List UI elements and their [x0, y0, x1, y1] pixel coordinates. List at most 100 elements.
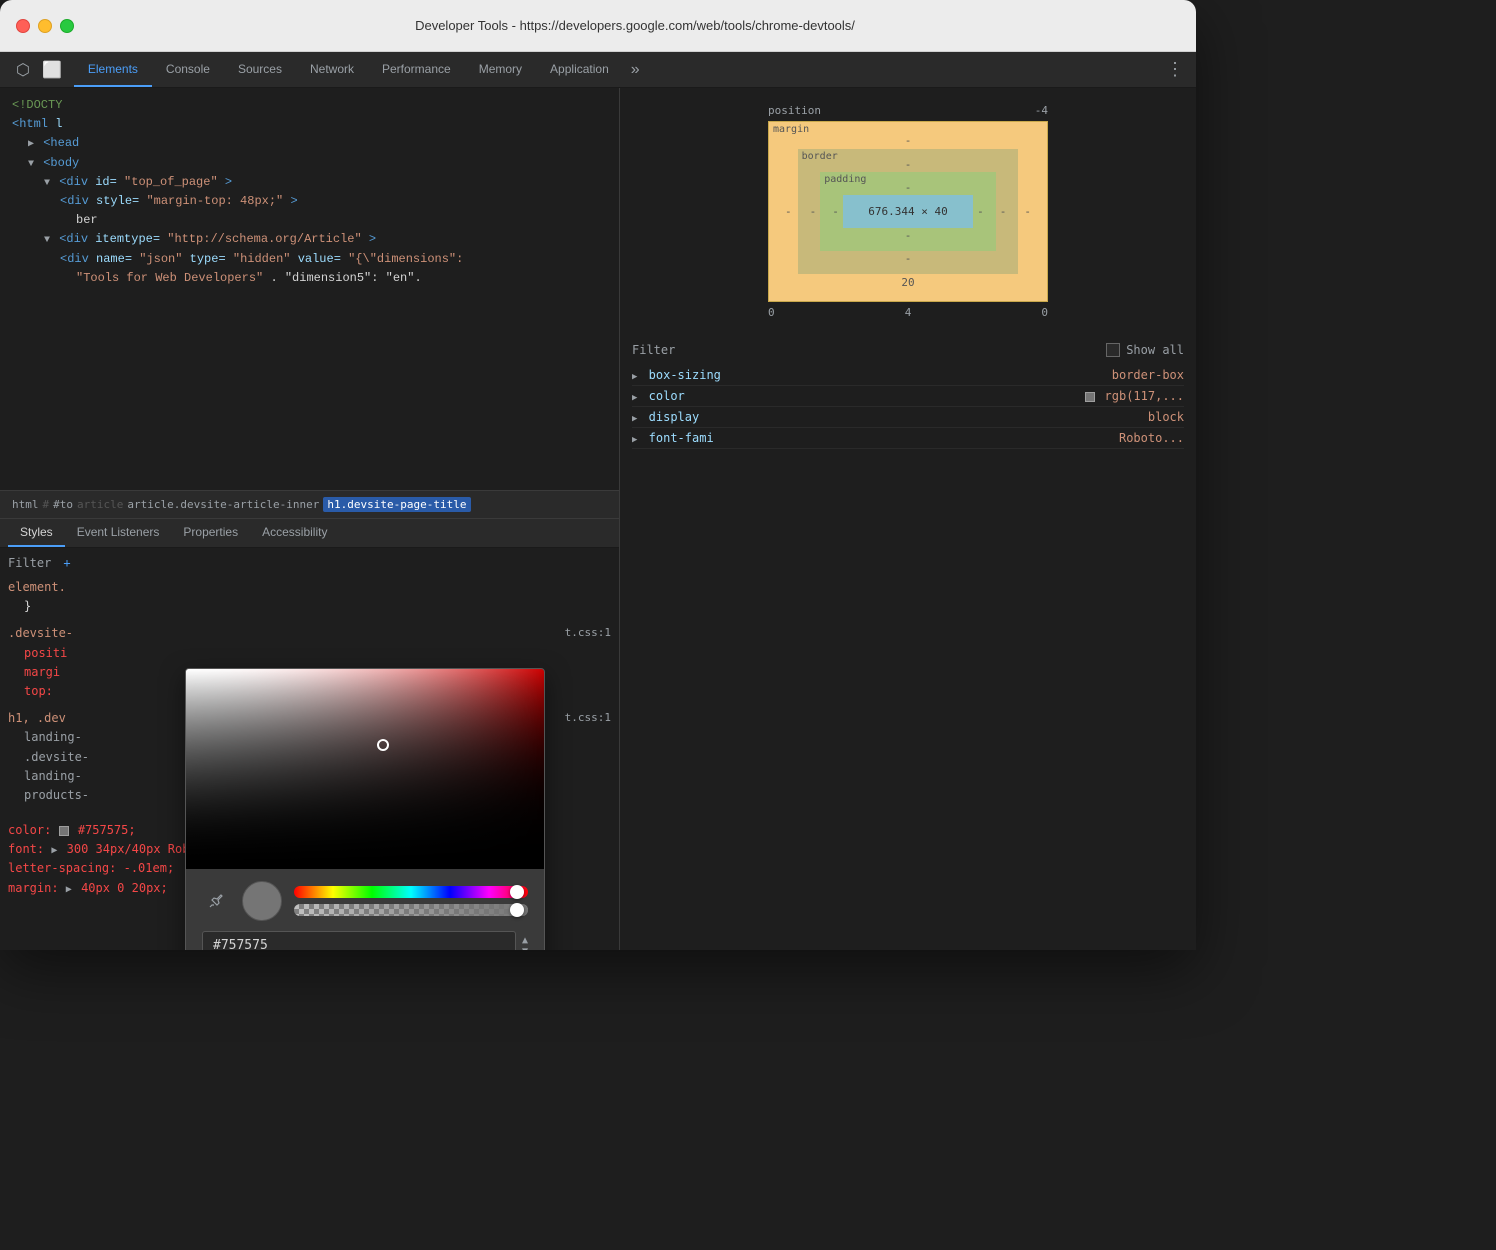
breadcrumb-h1[interactable]: h1.devsite-page-title [323, 497, 470, 512]
content-dimensions: 676.344 × 40 [868, 205, 947, 218]
border-box: border - - padding - - [798, 149, 1019, 274]
hex-arrows[interactable]: ▲ ▼ [522, 935, 528, 951]
tab-console[interactable]: Console [152, 52, 224, 87]
cursor-icon[interactable]: ⬡ [12, 56, 34, 84]
add-style-button[interactable]: + [63, 556, 70, 570]
more-tabs-button[interactable]: » [623, 52, 648, 87]
computed-filter-row: Filter Show all [632, 343, 1184, 357]
html-line: <div style= "margin-top: 48px;" > [12, 192, 607, 211]
margin-right: - [1018, 149, 1037, 274]
color-swatch-757575[interactable] [59, 826, 69, 836]
show-all-label: Show all [1126, 343, 1184, 357]
alpha-slider[interactable] [294, 904, 528, 916]
subtab-styles[interactable]: Styles [8, 519, 65, 547]
styles-panel: Filter + element. } .devsite- t.css:1 [0, 548, 619, 950]
box-model: position -4 margin - - border - [768, 104, 1048, 319]
computed-color-swatch[interactable] [1085, 392, 1095, 402]
position-label: position [768, 104, 821, 117]
margin-label: margin [773, 124, 809, 135]
html-line: <!DOCTY [12, 96, 607, 115]
margin-left: - [779, 149, 798, 274]
html-line: ▼ <div id= "top_of_page" > [12, 173, 607, 192]
color-preview [242, 881, 282, 921]
hue-thumb[interactable] [510, 885, 524, 899]
gradient-cursor[interactable] [377, 739, 389, 751]
border-label: border [802, 151, 838, 162]
computed-prop-display: ▶ display block [632, 407, 1184, 428]
content-box: 676.344 × 40 [843, 195, 973, 228]
breadcrumb-id[interactable]: #to [53, 498, 73, 511]
breadcrumb-html[interactable]: html [12, 498, 39, 511]
alpha-thumb[interactable] [510, 903, 524, 917]
devtools-menu-button[interactable]: ⋮ [1158, 52, 1192, 87]
padding-label: padding [824, 174, 866, 185]
hex-input[interactable]: #757575 [202, 931, 516, 950]
device-icon[interactable]: ⬜ [38, 56, 66, 84]
hex-row: #757575 ▲ ▼ [202, 931, 528, 950]
toolbar-icons: ⬡ ⬜ [4, 52, 74, 87]
subtab-accessibility[interactable]: Accessibility [250, 519, 339, 547]
maximize-button[interactable] [60, 19, 74, 33]
html-line: ▼ <div itemtype= "http://schema.org/Arti… [12, 230, 607, 249]
eyedropper-button[interactable] [202, 887, 230, 915]
padding-box: padding - - 676.344 × 40 [820, 172, 996, 251]
html-line: "Tools for Web Developers" . "dimension5… [12, 269, 607, 288]
filter-row: Filter + [8, 556, 611, 570]
picker-controls: #757575 ▲ ▼ HEX [186, 869, 544, 950]
close-button[interactable] [16, 19, 30, 33]
html-line: ▶ <head [12, 134, 607, 153]
display-value: block [1148, 410, 1184, 424]
style-block-element: element. } [8, 578, 611, 616]
show-all-checkbox[interactable] [1106, 343, 1120, 357]
tab-network[interactable]: Network [296, 52, 368, 87]
minimize-button[interactable] [38, 19, 52, 33]
main-tab-bar: ⬡ ⬜ Elements Console Sources Network Per… [0, 52, 1196, 88]
breadcrumb-article-inner[interactable]: article.devsite-article-inner [127, 498, 319, 511]
margin-top-value: - [779, 132, 1037, 149]
main-content: <!DOCTY <html l ▶ <head ▼ <body ▼ <div [0, 88, 1196, 950]
color-picker: #757575 ▲ ▼ HEX Cont [185, 668, 545, 950]
devtools-container: ⬡ ⬜ Elements Console Sources Network Per… [0, 52, 1196, 950]
breadcrumb: html # #to article article.devsite-artic… [0, 490, 619, 519]
show-all-row: Show all [1106, 343, 1184, 357]
computed-prop-color: ▶ color rgb(117,... [632, 386, 1184, 407]
html-line: <div name= "json" type= "hidden" value= … [12, 250, 607, 269]
margin-bottom-value: 20 [779, 274, 1037, 291]
border-right: - [996, 172, 1011, 251]
filter-label: Filter [8, 556, 51, 570]
padding-left: - [828, 195, 843, 228]
tab-sources[interactable]: Sources [224, 52, 296, 87]
computed-prop-font-family: ▶ font-fami Roboto... [632, 428, 1184, 449]
hue-slider[interactable] [294, 886, 528, 898]
tab-elements[interactable]: Elements [74, 52, 152, 87]
tab-performance[interactable]: Performance [368, 52, 465, 87]
right-panel: position -4 margin - - border - [620, 88, 1196, 950]
box-outer-bottom: 4 [905, 306, 912, 319]
font-family-value: Roboto... [1119, 431, 1184, 445]
sub-tabs: Styles Event Listeners Properties Access… [0, 519, 619, 548]
color-gradient[interactable] [186, 669, 544, 869]
border-left: - [806, 172, 821, 251]
box-right-value: 0 [1041, 306, 1048, 319]
tab-memory[interactable]: Memory [465, 52, 536, 87]
subtab-properties[interactable]: Properties [171, 519, 250, 547]
position-value: -4 [1035, 104, 1048, 117]
picker-row [202, 881, 528, 921]
color-value: rgb(117,... [1085, 389, 1184, 403]
computed-styles: Filter Show all ▶ box-sizing border-box [620, 335, 1196, 950]
subtab-event-listeners[interactable]: Event Listeners [65, 519, 172, 547]
hex-value: #757575 [213, 938, 505, 950]
html-line: ▼ <body [12, 154, 607, 173]
html-line: ber [12, 211, 607, 230]
tab-application[interactable]: Application [536, 52, 623, 87]
traffic-lights [16, 19, 74, 33]
title-bar: Developer Tools - https://developers.goo… [0, 0, 1196, 52]
computed-filter-label: Filter [632, 343, 675, 357]
box-model-area: position -4 margin - - border - [620, 88, 1196, 335]
html-line: <html l [12, 115, 607, 134]
html-tree[interactable]: <!DOCTY <html l ▶ <head ▼ <body ▼ <div [0, 88, 619, 490]
padding-right: - [973, 195, 988, 228]
border-bottom: - [806, 251, 1011, 266]
margin-box: margin - - border - - [768, 121, 1048, 302]
computed-prop-box-sizing: ▶ box-sizing border-box [632, 365, 1184, 386]
